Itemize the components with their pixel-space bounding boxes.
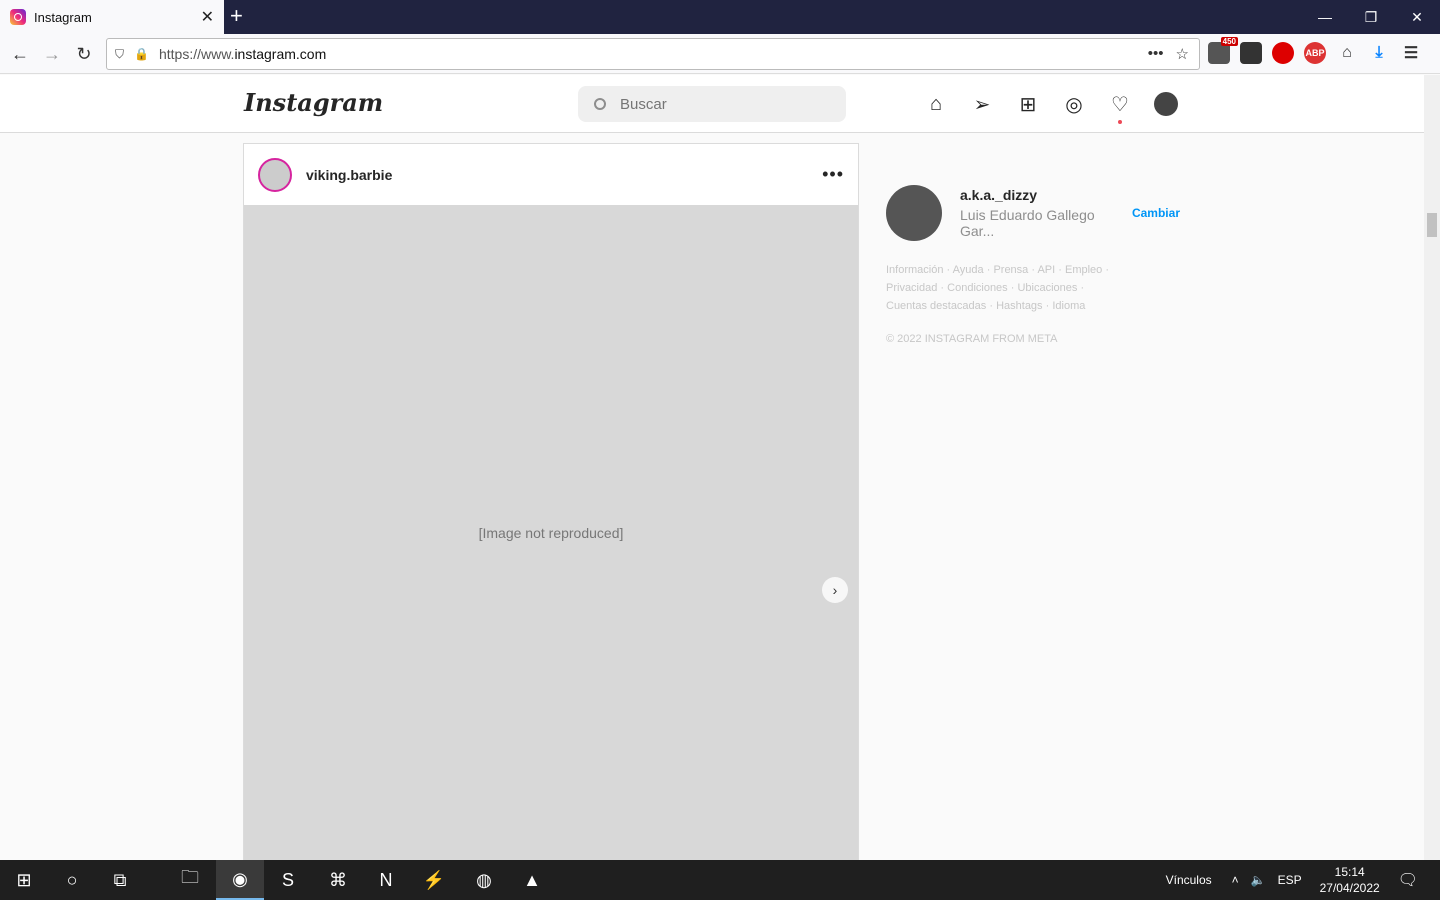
footer-link[interactable]: Hashtags: [996, 300, 1042, 312]
minimize-button[interactable]: —: [1302, 0, 1348, 34]
volume-icon[interactable]: 🔈: [1251, 873, 1266, 887]
url-text[interactable]: https://www.instagram.com: [159, 46, 1148, 62]
post-media[interactable]: [Image not reproduced] ›: [244, 205, 858, 860]
profile-avatar[interactable]: [1154, 92, 1178, 116]
restore-button[interactable]: ❐: [1348, 0, 1394, 34]
footer-link[interactable]: Condiciones: [947, 282, 1008, 294]
footer-link[interactable]: Idioma: [1052, 300, 1085, 312]
page-content: Instagram ⌂ ➢ ⊞ ◎ ♡ viking.barbie ••• [I…: [0, 75, 1424, 860]
close-window-button[interactable]: ✕: [1394, 0, 1440, 34]
browser-toolbar: ← → ↻ ⛉ 🔒 https://www.instagram.com ••• …: [0, 34, 1440, 74]
tab-close-icon[interactable]: ✕: [201, 7, 214, 27]
carousel-next-button[interactable]: ›: [822, 577, 848, 603]
browser-tab-bar: Instagram ✕ + — ❐ ✕: [0, 0, 1440, 34]
tracking-shield-icon[interactable]: ⛉: [115, 47, 124, 62]
footer-links: Información · Ayuda · Prensa · API · Emp…: [886, 264, 1110, 312]
copyright: © 2022 INSTAGRAM FROM META: [886, 333, 1058, 345]
footer-link[interactable]: Información: [886, 264, 943, 276]
home-icon[interactable]: ⌂: [924, 92, 948, 116]
direct-message-icon[interactable]: ➢: [970, 92, 994, 116]
back-button[interactable]: ←: [6, 40, 34, 68]
search-icon: [594, 98, 606, 110]
sidebar: a.k.a._dizzy Luis Eduardo Gallego Gar...…: [886, 185, 1180, 345]
explore-icon[interactable]: ◎: [1062, 92, 1086, 116]
footer-link[interactable]: Ubicaciones: [1017, 282, 1077, 294]
menu-icon[interactable]: ☰: [1400, 42, 1422, 64]
forward-button[interactable]: →: [38, 40, 66, 68]
search-box[interactable]: [578, 86, 846, 122]
download-icon[interactable]: ⤓: [1368, 42, 1390, 64]
extension-opera-icon[interactable]: [1272, 42, 1294, 64]
instagram-header: Instagram ⌂ ➢ ⊞ ◎ ♡: [0, 75, 1424, 133]
footer-link[interactable]: Empleo: [1065, 264, 1102, 276]
browser-tab[interactable]: Instagram ✕: [0, 0, 224, 34]
netflix-icon[interactable]: N: [362, 860, 410, 900]
new-post-icon[interactable]: ⊞: [1016, 92, 1040, 116]
feed-post: viking.barbie ••• [Image not reproduced]…: [243, 143, 859, 860]
window-controls: — ❐ ✕: [1302, 0, 1440, 34]
search-input[interactable]: [620, 95, 820, 113]
sublime-text-icon[interactable]: S: [264, 860, 312, 900]
windows-taskbar: ⊞ ○ ⧉ 🗀 ◉ S ⌘ N ⚡ ◍ ▲ Vínculos ˄ 🔈 ESP 1…: [0, 860, 1440, 900]
switch-account-button[interactable]: Cambiar: [1132, 206, 1180, 220]
input-language[interactable]: ESP: [1278, 873, 1302, 887]
home-icon[interactable]: ⌂: [1336, 42, 1358, 64]
extension-ublock-icon[interactable]: 450: [1208, 37, 1238, 64]
new-tab-button[interactable]: +: [230, 3, 243, 29]
search-circle-icon[interactable]: ○: [48, 860, 96, 900]
file-explorer-icon[interactable]: 🗀: [166, 860, 214, 900]
page-scrollbar[interactable]: [1424, 75, 1440, 860]
footer-link[interactable]: Ayuda: [953, 264, 984, 276]
reload-button[interactable]: ↻: [70, 40, 98, 68]
app-icon[interactable]: ⚡: [410, 860, 458, 900]
footer-link[interactable]: API: [1037, 264, 1055, 276]
bookmark-star-icon[interactable]: ☆: [1176, 45, 1189, 63]
vlc-icon[interactable]: ▲: [508, 860, 556, 900]
tab-title: Instagram: [34, 9, 92, 25]
footer-link[interactable]: Cuentas destacadas: [886, 300, 986, 312]
clock[interactable]: 15:14 27/04/2022: [1320, 864, 1380, 896]
instagram-nav: ⌂ ➢ ⊞ ◎ ♡: [924, 92, 1178, 124]
instagram-favicon-icon: [10, 9, 26, 25]
footer-link[interactable]: Prensa: [993, 264, 1028, 276]
page-actions-icon[interactable]: •••: [1148, 45, 1164, 63]
system-tray: Vínculos ˄ 🔈 ESP 15:14 27/04/2022 🗨: [1166, 860, 1440, 900]
instagram-logo[interactable]: Instagram: [244, 88, 383, 117]
post-header: viking.barbie •••: [244, 144, 858, 205]
current-user-profile: a.k.a._dizzy Luis Eduardo Gallego Gar...…: [886, 185, 1180, 241]
post-author-avatar[interactable]: [258, 157, 292, 192]
extension-icon[interactable]: [1240, 42, 1262, 64]
links-toolbar[interactable]: Vínculos: [1166, 873, 1212, 887]
current-username[interactable]: a.k.a._dizzy: [960, 187, 1132, 203]
extension-icons: 450 ABP ⌂ ⤓ ☰: [1208, 37, 1422, 64]
windows-start-icon[interactable]: ⊞: [0, 860, 48, 900]
extension-adblock-icon[interactable]: ABP: [1304, 42, 1326, 64]
post-author-username[interactable]: viking.barbie: [306, 167, 822, 183]
notifications-icon[interactable]: 🗨: [1398, 870, 1418, 890]
footer-link[interactable]: Privacidad: [886, 282, 937, 294]
xampp-icon[interactable]: ⌘: [314, 860, 362, 900]
scroll-thumb[interactable]: [1427, 213, 1437, 237]
github-icon[interactable]: ◍: [460, 860, 508, 900]
media-placeholder: [Image not reproduced]: [478, 525, 624, 541]
firefox-icon[interactable]: ◉: [216, 860, 264, 900]
task-view-icon[interactable]: ⧉: [96, 860, 144, 900]
post-options-button[interactable]: •••: [822, 164, 844, 185]
notification-dot: [1118, 120, 1122, 124]
activity-heart-icon[interactable]: ♡: [1108, 92, 1132, 124]
tray-chevron-icon[interactable]: ˄: [1232, 873, 1239, 887]
url-bar[interactable]: ⛉ 🔒 https://www.instagram.com ••• ☆: [106, 38, 1200, 70]
current-user-avatar[interactable]: [886, 185, 942, 241]
lock-icon[interactable]: 🔒: [134, 47, 149, 61]
current-fullname: Luis Eduardo Gallego Gar...: [960, 207, 1095, 239]
